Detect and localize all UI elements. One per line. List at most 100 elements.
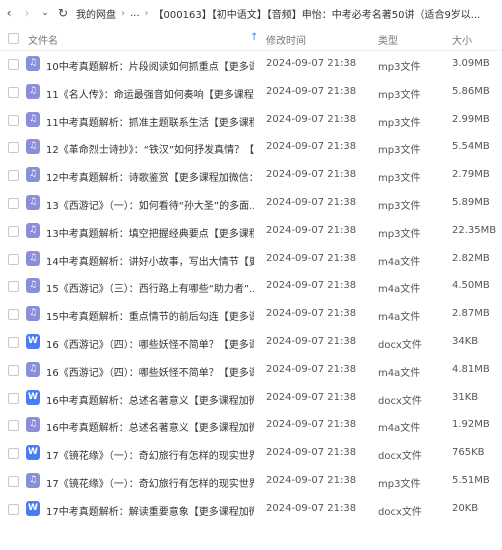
row-checkbox[interactable] xyxy=(8,448,19,460)
audio-file-icon: ♫ xyxy=(26,167,40,183)
refresh-icon[interactable]: ↻ xyxy=(54,6,72,20)
audio-file-icon: ♫ xyxy=(26,222,40,238)
file-list-header: 文件名 ↑ 修改时间 类型 大小 xyxy=(0,26,502,51)
audio-file-icon: ♫ xyxy=(26,194,40,210)
row-checkbox[interactable] xyxy=(8,197,19,209)
file-type: m4a文件 xyxy=(378,367,421,379)
file-name[interactable]: 15中考真题解析：重点情节的前后勾连【更多课程... xyxy=(46,308,254,323)
file-size: 2.82MB xyxy=(452,252,490,264)
file-name[interactable]: 11《名人传》：命运最强音如何奏响【更多课程加... xyxy=(46,86,254,101)
file-row[interactable]: ♫ 17《镜花缘》（一）：奇幻旅行有怎样的现实世界... 2024-09-07 21… xyxy=(0,467,502,495)
file-type: m4a文件 xyxy=(378,312,421,324)
file-modified: 2024-09-07 21:38 xyxy=(266,502,357,514)
row-checkbox[interactable] xyxy=(8,281,19,293)
file-type: docx文件 xyxy=(378,451,422,463)
audio-file-icon: ♫ xyxy=(26,83,40,99)
breadcrumb-ellipsis[interactable]: ... xyxy=(130,8,140,19)
chevron-right-icon[interactable]: › xyxy=(18,6,36,20)
file-type: mp3文件 xyxy=(378,89,421,101)
file-name[interactable]: 16中考真题解析：总述名著意义【更多课程加微信... xyxy=(46,392,254,407)
file-row[interactable]: W 17中考真题解析：解读重要意象【更多课程加微信... 2024-09-07 21… xyxy=(0,495,502,523)
column-size[interactable]: 大小 xyxy=(452,32,472,47)
file-row[interactable]: W 16《西游记》（四）：哪些妖怪不简单？【更多课... 2024-09-07 21… xyxy=(0,328,502,356)
file-size: 22.35MB xyxy=(452,224,497,236)
file-name[interactable]: 13中考真题解析：填空把握经典要点【更多课程加... xyxy=(46,225,254,240)
file-size: 5.51MB xyxy=(452,474,490,486)
breadcrumb-separator: › xyxy=(144,7,149,19)
file-name[interactable]: 14中考真题解析：讲好小故事，写出大情节【更多... xyxy=(46,253,254,268)
file-name[interactable]: 16中考真题解析：总述名著意义【更多课程加微信... xyxy=(46,419,254,434)
file-row[interactable]: W 17《镜花缘》（一）：奇幻旅行有怎样的现实世界... 2024-09-07 21… xyxy=(0,439,502,467)
file-row[interactable]: ♫ 16《西游记》（四）：哪些妖怪不简单？【更多课... 2024-09-07 21… xyxy=(0,356,502,384)
file-name[interactable]: 17中考真题解析：解读重要意象【更多课程加微信... xyxy=(46,503,254,518)
column-name[interactable]: 文件名 xyxy=(28,32,58,47)
row-checkbox[interactable] xyxy=(8,114,19,126)
file-row[interactable]: ♫ 15《西游记》（三）：西行路上有哪些“助力者”... 2024-09-07 21… xyxy=(0,272,502,300)
file-modified: 2024-09-07 21:38 xyxy=(266,308,357,320)
file-row[interactable]: ♫ 13《西游记》（一）：如何看待“孙大圣”的多面... 2024-09-07 21… xyxy=(0,189,502,217)
row-checkbox[interactable] xyxy=(8,253,19,265)
file-modified: 2024-09-07 21:38 xyxy=(266,141,357,153)
file-size: 765KB xyxy=(452,447,485,459)
file-type: mp3文件 xyxy=(378,200,421,212)
file-modified: 2024-09-07 21:38 xyxy=(266,363,357,375)
file-row[interactable]: ♫ 16中考真题解析：总述名著意义【更多课程加微信... 2024-09-07 21… xyxy=(0,411,502,439)
file-type: m4a文件 xyxy=(378,423,421,435)
file-size: 34KB xyxy=(452,335,479,347)
file-name[interactable]: 11中考真题解析：抓准主题联系生活【更多课程加... xyxy=(46,114,254,129)
chevron-down-icon[interactable]: ⌄ xyxy=(36,8,54,18)
column-type[interactable]: 类型 xyxy=(378,32,398,47)
file-name[interactable]: 17《镜花缘》（一）：奇幻旅行有怎样的现实世界... xyxy=(46,475,254,490)
row-checkbox[interactable] xyxy=(8,86,19,98)
file-name[interactable]: 16《西游记》（四）：哪些妖怪不简单？【更多课... xyxy=(46,336,254,351)
file-name[interactable]: 17《镜花缘》（一）：奇幻旅行有怎样的现实世界... xyxy=(46,447,254,462)
file-name[interactable]: 13《西游记》（一）：如何看待“孙大圣”的多面... xyxy=(46,197,254,212)
row-checkbox[interactable] xyxy=(8,336,19,348)
file-name[interactable]: 15《西游记》（三）：西行路上有哪些“助力者”... xyxy=(46,280,254,295)
file-type: docx文件 xyxy=(378,339,422,351)
file-type: mp3文件 xyxy=(378,228,421,240)
file-modified: 2024-09-07 21:38 xyxy=(266,419,357,431)
file-row[interactable]: ♫ 15中考真题解析：重点情节的前后勾连【更多课程... 2024-09-07 21… xyxy=(0,300,502,328)
column-modified[interactable]: 修改时间 xyxy=(266,32,306,47)
file-list: ♫ 10中考真题解析：片段阅读如何抓重点【更多课程... 2024-09-07 21… xyxy=(0,50,502,523)
audio-file-icon: ♫ xyxy=(26,56,40,71)
file-size: 4.50MB xyxy=(452,280,490,292)
file-row[interactable]: ♫ 12中考真题解析：诗歌鉴赏【更多课程加微信：58... 2024-09-07 2… xyxy=(0,161,502,189)
file-name[interactable]: 16《西游记》（四）：哪些妖怪不简单？【更多课... xyxy=(46,364,254,379)
row-checkbox[interactable] xyxy=(8,364,19,376)
row-checkbox[interactable] xyxy=(8,475,19,487)
file-size: 2.87MB xyxy=(452,308,490,320)
audio-file-icon: ♫ xyxy=(26,111,40,127)
file-row[interactable]: ♫ 11中考真题解析：抓准主题联系生活【更多课程加... 2024-09-07 21… xyxy=(0,106,502,134)
breadcrumb-root[interactable]: 我的网盘 xyxy=(76,6,116,21)
word-doc-icon: W xyxy=(26,500,40,516)
file-size: 31KB xyxy=(452,391,479,403)
row-checkbox[interactable] xyxy=(8,503,19,515)
row-checkbox[interactable] xyxy=(8,420,19,432)
row-checkbox[interactable] xyxy=(8,309,19,321)
file-row[interactable]: ♫ 13中考真题解析：填空把握经典要点【更多课程加... 2024-09-07 21… xyxy=(0,217,502,245)
row-checkbox[interactable] xyxy=(8,59,19,70)
file-row[interactable]: ♫ 10中考真题解析：片段阅读如何抓重点【更多课程... 2024-09-07 21… xyxy=(0,50,502,78)
file-name[interactable]: 12《革命烈士诗抄》：“铁汉”如何抒发真情？【... xyxy=(46,141,254,156)
file-name[interactable]: 12中考真题解析：诗歌鉴赏【更多课程加微信：58... xyxy=(46,169,254,184)
file-row[interactable]: W 16中考真题解析：总述名著意义【更多课程加微信... 2024-09-07 21… xyxy=(0,384,502,412)
chevron-left-icon[interactable]: ‹ xyxy=(0,6,18,20)
row-checkbox[interactable] xyxy=(8,392,19,404)
file-row[interactable]: ♫ 14中考真题解析：讲好小故事，写出大情节【更多... 2024-09-07 21… xyxy=(0,245,502,273)
select-all-checkbox[interactable] xyxy=(8,33,19,44)
file-size: 5.89MB xyxy=(452,196,490,208)
file-name[interactable]: 10中考真题解析：片段阅读如何抓重点【更多课程... xyxy=(46,58,254,73)
file-size: 2.79MB xyxy=(452,169,490,181)
row-checkbox[interactable] xyxy=(8,142,19,154)
file-type: docx文件 xyxy=(378,506,422,518)
file-modified: 2024-09-07 21:38 xyxy=(266,391,357,403)
row-checkbox[interactable] xyxy=(8,170,19,182)
row-checkbox[interactable] xyxy=(8,225,19,237)
file-row[interactable]: ♫ 12《革命烈士诗抄》：“铁汉”如何抒发真情？【... 2024-09-07 21… xyxy=(0,133,502,161)
sort-arrow-icon[interactable]: ↑ xyxy=(250,32,258,43)
file-row[interactable]: ♫ 11《名人传》：命运最强音如何奏响【更多课程加... 2024-09-07 21… xyxy=(0,78,502,106)
file-size: 5.86MB xyxy=(452,85,490,97)
audio-file-icon: ♫ xyxy=(26,417,40,433)
